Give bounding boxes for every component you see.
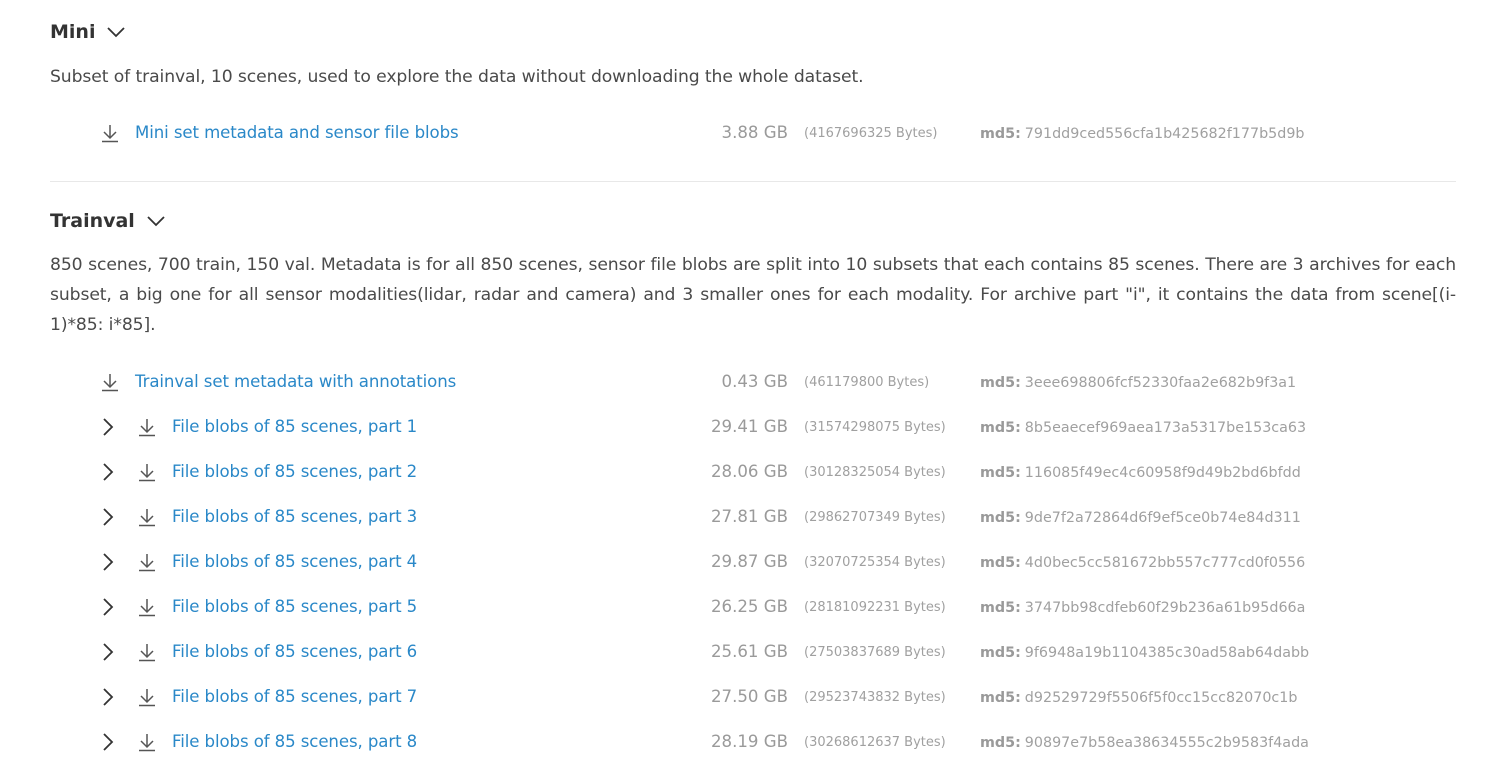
chevron-down-icon <box>147 216 165 227</box>
file-bytes: (4167696325 Bytes) <box>804 126 938 141</box>
file-row-part: File blobs of 85 scenes, part 5 26.25 GB (… <box>0 592 1488 622</box>
md5-value: 4d0bec5cc581672bb557c777cd0f0556 <box>1024 555 1306 571</box>
md5-value: 90897e7b58ea38634555c2b9583f4ada <box>1024 735 1309 751</box>
mini-download-link[interactable]: Mini set metadata and sensor file blobs <box>135 118 459 148</box>
md5-label: md5: <box>980 600 1021 616</box>
file-row-mini: Mini set metadata and sensor file blobs … <box>0 118 1488 148</box>
trainval-section-toggle[interactable]: Trainval <box>50 210 165 232</box>
file-bytes: (27503837689 Bytes) <box>804 645 946 660</box>
download-icon[interactable] <box>137 552 157 572</box>
file-bytes: (29862707349 Bytes) <box>804 510 946 525</box>
download-icon[interactable] <box>100 123 120 143</box>
chevron-right-icon[interactable] <box>101 418 115 436</box>
md5-label: md5: <box>980 510 1021 526</box>
md5-value: 9de7f2a72864d6f9ef5ce0b74e84d311 <box>1024 510 1301 526</box>
file-bytes: (30128325054 Bytes) <box>804 465 946 480</box>
part-download-link[interactable]: File blobs of 85 scenes, part 8 <box>172 727 417 757</box>
part-download-link[interactable]: File blobs of 85 scenes, part 4 <box>172 547 417 577</box>
download-icon[interactable] <box>137 507 157 527</box>
download-icon[interactable] <box>137 597 157 617</box>
file-size: 3.88 GB <box>721 123 788 142</box>
md5-value: 9f6948a19b1104385c30ad58ab64dabb <box>1024 645 1310 661</box>
trainval-section-title: Trainval <box>50 210 135 232</box>
file-size: 28.19 GB <box>710 732 788 751</box>
file-md5: md5: 791dd9ced556cfa1b425682f177b5d9b <box>980 119 1305 149</box>
trainval-metadata-download-link[interactable]: Trainval set metadata with annotations <box>135 367 456 397</box>
chevron-right-icon[interactable] <box>101 643 115 661</box>
file-row-part: File blobs of 85 scenes, part 2 28.06 GB (… <box>0 457 1488 487</box>
dataset-downloads-page: Mini Subset of trainval, 10 scenes, used… <box>0 0 1488 769</box>
file-row-trainval-metadata: Trainval set metadata with annotations 0… <box>0 367 1488 397</box>
md5-value: 116085f49ec4c60958f9d49b2bd6bfdd <box>1024 465 1301 481</box>
file-row-part: File blobs of 85 scenes, part 4 29.87 GB (… <box>0 547 1488 577</box>
md5-label: md5: <box>980 126 1021 142</box>
file-bytes: (30268612637 Bytes) <box>804 735 946 750</box>
file-size: 25.61 GB <box>710 642 788 661</box>
trainval-section-description: 850 scenes, 700 train, 150 val. Metadata… <box>50 255 1456 335</box>
part-download-link[interactable]: File blobs of 85 scenes, part 2 <box>172 457 417 487</box>
file-md5: md5: 9de7f2a72864d6f9ef5ce0b74e84d311 <box>980 503 1301 533</box>
file-md5: md5: 90897e7b58ea38634555c2b9583f4ada <box>980 728 1309 758</box>
md5-label: md5: <box>980 735 1021 751</box>
file-md5: md5: 8b5eaecef969aea173a5317be153ca63 <box>980 413 1306 443</box>
download-icon[interactable] <box>137 687 157 707</box>
file-md5: md5: 9f6948a19b1104385c30ad58ab64dabb <box>980 638 1309 668</box>
chevron-right-icon[interactable] <box>101 508 115 526</box>
file-row-part: File blobs of 85 scenes, part 1 29.41 GB (… <box>0 412 1488 442</box>
download-icon[interactable] <box>137 462 157 482</box>
file-size: 27.81 GB <box>710 507 788 526</box>
download-icon[interactable] <box>137 732 157 752</box>
file-size: 0.43 GB <box>721 372 788 391</box>
md5-label: md5: <box>980 690 1021 706</box>
file-size: 29.87 GB <box>710 552 788 571</box>
file-bytes: (29523743832 Bytes) <box>804 690 946 705</box>
md5-value: 8b5eaecef969aea173a5317be153ca63 <box>1024 420 1307 436</box>
md5-label: md5: <box>980 465 1021 481</box>
file-md5: md5: 116085f49ec4c60958f9d49b2bd6bfdd <box>980 458 1301 488</box>
part-download-link[interactable]: File blobs of 85 scenes, part 1 <box>172 412 417 442</box>
file-size: 27.50 GB <box>710 687 788 706</box>
md5-label: md5: <box>980 645 1021 661</box>
part-download-link[interactable]: File blobs of 85 scenes, part 3 <box>172 502 417 532</box>
file-bytes: (32070725354 Bytes) <box>804 555 946 570</box>
chevron-right-icon[interactable] <box>101 598 115 616</box>
md5-value: 3747bb98cdfeb60f29b236a61b95d66a <box>1024 600 1306 616</box>
md5-value: d92529729f5506f5f0cc15cc82070c1b <box>1024 690 1298 706</box>
md5-label: md5: <box>980 555 1021 571</box>
file-size: 29.41 GB <box>710 417 788 436</box>
md5-label: md5: <box>980 420 1021 436</box>
chevron-down-icon <box>107 27 126 38</box>
file-bytes: (28181092231 Bytes) <box>804 600 946 615</box>
file-row-part: File blobs of 85 scenes, part 6 25.61 GB (… <box>0 637 1488 667</box>
md5-value: 3eee698806fcf52330faa2e682b9f3a1 <box>1024 375 1297 391</box>
file-bytes: (31574298075 Bytes) <box>804 420 946 435</box>
part-download-link[interactable]: File blobs of 85 scenes, part 5 <box>172 592 417 622</box>
file-md5: md5: 3747bb98cdfeb60f29b236a61b95d66a <box>980 593 1305 623</box>
part-download-link[interactable]: File blobs of 85 scenes, part 6 <box>172 637 417 667</box>
download-icon[interactable] <box>137 642 157 662</box>
file-row-part: File blobs of 85 scenes, part 3 27.81 GB (… <box>0 502 1488 532</box>
file-size: 28.06 GB <box>710 462 788 481</box>
mini-section-toggle[interactable]: Mini <box>50 21 126 43</box>
md5-label: md5: <box>980 375 1021 391</box>
file-row-part: File blobs of 85 scenes, part 8 28.19 GB (… <box>0 727 1488 757</box>
download-icon[interactable] <box>100 372 120 392</box>
mini-section-description: Subset of trainval, 10 scenes, used to e… <box>50 67 864 87</box>
file-size: 26.25 GB <box>710 597 788 616</box>
chevron-right-icon[interactable] <box>101 688 115 706</box>
download-icon[interactable] <box>137 417 157 437</box>
section-divider <box>50 181 1456 182</box>
file-md5: md5: d92529729f5506f5f0cc15cc82070c1b <box>980 683 1297 713</box>
md5-value: 791dd9ced556cfa1b425682f177b5d9b <box>1024 126 1305 142</box>
chevron-right-icon[interactable] <box>101 553 115 571</box>
file-md5: md5: 3eee698806fcf52330faa2e682b9f3a1 <box>980 368 1296 398</box>
file-md5: md5: 4d0bec5cc581672bb557c777cd0f0556 <box>980 548 1305 578</box>
chevron-right-icon[interactable] <box>101 463 115 481</box>
part-download-link[interactable]: File blobs of 85 scenes, part 7 <box>172 682 417 712</box>
file-row-part: File blobs of 85 scenes, part 7 27.50 GB (… <box>0 682 1488 712</box>
chevron-right-icon[interactable] <box>101 733 115 751</box>
mini-section-title: Mini <box>50 21 96 43</box>
file-bytes: (461179800 Bytes) <box>804 375 930 390</box>
